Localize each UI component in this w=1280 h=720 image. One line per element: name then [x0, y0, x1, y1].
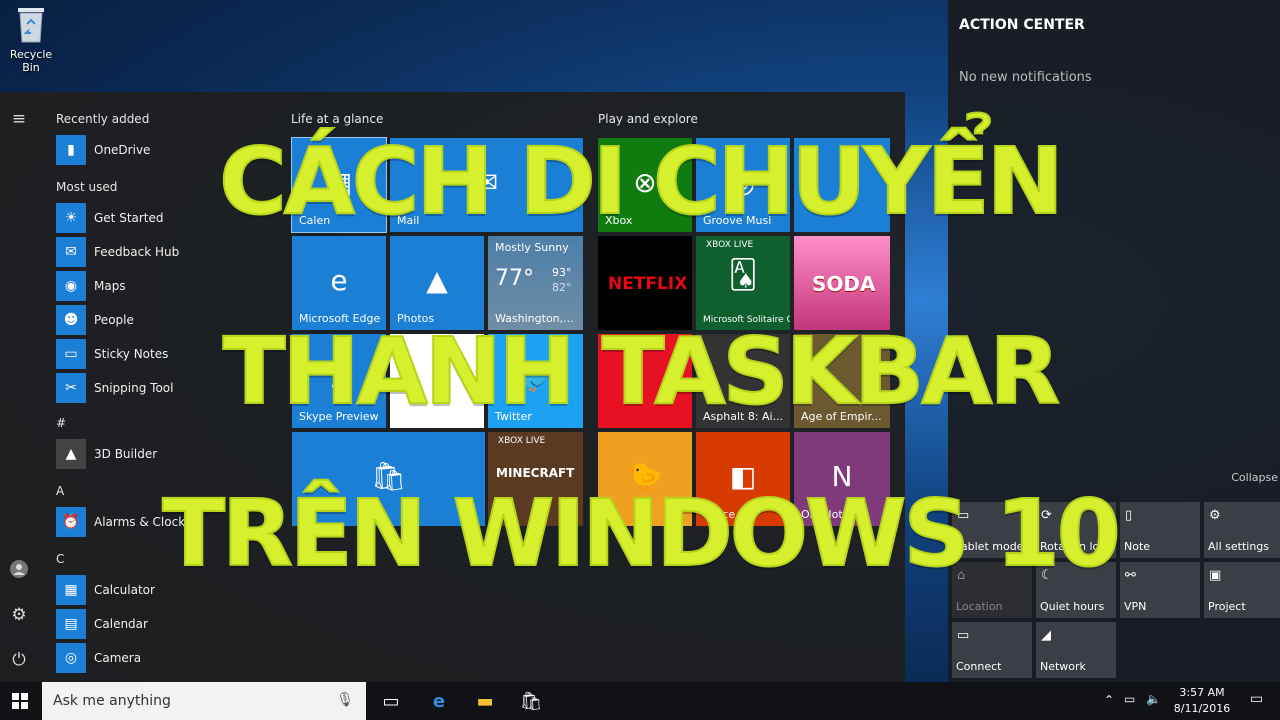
app-calendar[interactable]: ▤ Calendar — [56, 609, 256, 639]
feedback-icon: ✉ — [56, 237, 86, 267]
system-tray: ⌃ ▭ 🔈 3:57 AM 8/11/2016 ▭ — [1100, 682, 1280, 720]
chevron-up-icon[interactable]: ⌃ — [1104, 693, 1114, 707]
edge-browser-icon[interactable]: e — [425, 687, 453, 715]
search-placeholder: Ask me anything — [53, 693, 171, 709]
app-3d-builder[interactable]: ▲ 3D Builder — [56, 439, 256, 469]
playing-cards-icon: 🂡 — [728, 258, 758, 291]
connect-icon: ▭ — [957, 628, 970, 643]
camera-icon: ◎ — [56, 643, 86, 673]
headline-line-3: TRÊN WINDOWS 10 — [161, 479, 1122, 588]
builder-icon: ▲ — [56, 439, 86, 469]
action-center-title: ACTION CENTER — [959, 17, 1085, 33]
netflix-logo: NETFLIX — [608, 274, 688, 294]
tile-solitaire[interactable]: XBOX LIVE 🂡 Microsoft Solitaire Collecti… — [696, 236, 790, 330]
photos-icon: ▲ — [426, 264, 448, 297]
quick-action-network[interactable]: ◢ Network — [1036, 622, 1116, 678]
recycle-bin-icon[interactable]: Recycle Bin — [0, 4, 62, 74]
group-play-and-explore: Play and explore — [598, 112, 698, 126]
tile-edge[interactable]: e Microsoft Edge — [292, 236, 386, 330]
app-label: Feedback Hub — [94, 245, 180, 259]
cortana-search-box[interactable]: Ask me anything 🎙 — [42, 682, 366, 720]
quick-action-label: Connect — [956, 660, 1002, 673]
weather-high: 93° — [552, 266, 572, 279]
group-life-at-a-glance: Life at a glance — [291, 112, 384, 126]
xbox-live-badge: XBOX LIVE — [706, 240, 754, 250]
app-label: Maps — [94, 279, 126, 293]
tile-netflix[interactable]: NETFLIX — [598, 236, 692, 330]
app-label: Camera — [94, 651, 142, 665]
clock-date[interactable]: 8/11/2016 — [1172, 702, 1232, 715]
microphone-icon[interactable]: 🎙 — [336, 692, 354, 708]
volume-icon[interactable]: 🔈 — [1146, 692, 1161, 706]
app-label: Calendar — [94, 617, 148, 631]
quick-action-label: Location — [956, 600, 1003, 613]
quick-action-label: Project — [1208, 600, 1246, 613]
headline-line-1: CÁCH DI CHUYỂN — [218, 127, 1065, 236]
start-button[interactable] — [0, 682, 40, 720]
quick-action-label: Quiet hours — [1040, 600, 1105, 613]
power-icon[interactable]: ⏻ — [6, 647, 32, 673]
network-signal-icon: ◢ — [1041, 628, 1051, 643]
tile-photos[interactable]: ▲ Photos — [390, 236, 484, 330]
taskbar: Ask me anything 🎙 ▭ e ▬ 🛍 ⌃ ▭ 🔈 3:57 AM … — [0, 682, 1280, 720]
tile-weather[interactable]: Mostly Sunny 77° 93° 82° Washington,... — [488, 236, 583, 330]
settings-gear-icon[interactable]: ⚙ — [6, 602, 32, 628]
store-icon[interactable]: 🛍 — [517, 687, 545, 715]
tile-candy-crush[interactable]: SODA — [794, 236, 890, 330]
weather-condition: Mostly Sunny — [495, 241, 569, 254]
app-maps[interactable]: ◉ Maps — [56, 271, 256, 301]
clock-time[interactable]: 3:57 AM — [1172, 686, 1232, 699]
app-camera[interactable]: ◎ Camera — [56, 643, 256, 673]
network-icon[interactable]: ▭ — [1124, 692, 1135, 706]
edge-icon: e — [330, 264, 348, 297]
file-explorer-icon[interactable]: ▬ — [471, 687, 499, 715]
recycle-bin-label: Recycle Bin — [9, 48, 53, 74]
notification-icon[interactable]: ▭ — [1250, 691, 1263, 707]
candy-crush-logo: SODA — [812, 272, 876, 296]
trash-icon — [15, 4, 47, 44]
quick-action-label: Network — [1040, 660, 1086, 673]
windows-logo-icon — [12, 693, 28, 709]
app-label: 3D Builder — [94, 447, 158, 461]
quick-action-connect[interactable]: ▭ Connect — [952, 622, 1032, 678]
task-view-icon[interactable]: ▭ — [377, 687, 405, 715]
minecraft-logo: MINECRAFT — [496, 466, 575, 480]
xbox-live-badge: XBOX LIVE — [498, 436, 546, 446]
weather-low: 82° — [552, 281, 572, 294]
maps-icon: ◉ — [56, 271, 86, 301]
quick-action-label: VPN — [1124, 600, 1147, 613]
weather-temp: 77° — [495, 266, 534, 291]
app-feedback-hub[interactable]: ✉ Feedback Hub — [56, 237, 256, 267]
calendar-icon: ▤ — [56, 609, 86, 639]
headline-line-2: THANH TASKBAR — [222, 317, 1062, 426]
section-recently-added: Recently added — [56, 112, 150, 126]
no-notifications-text: No new notifications — [959, 70, 1092, 85]
